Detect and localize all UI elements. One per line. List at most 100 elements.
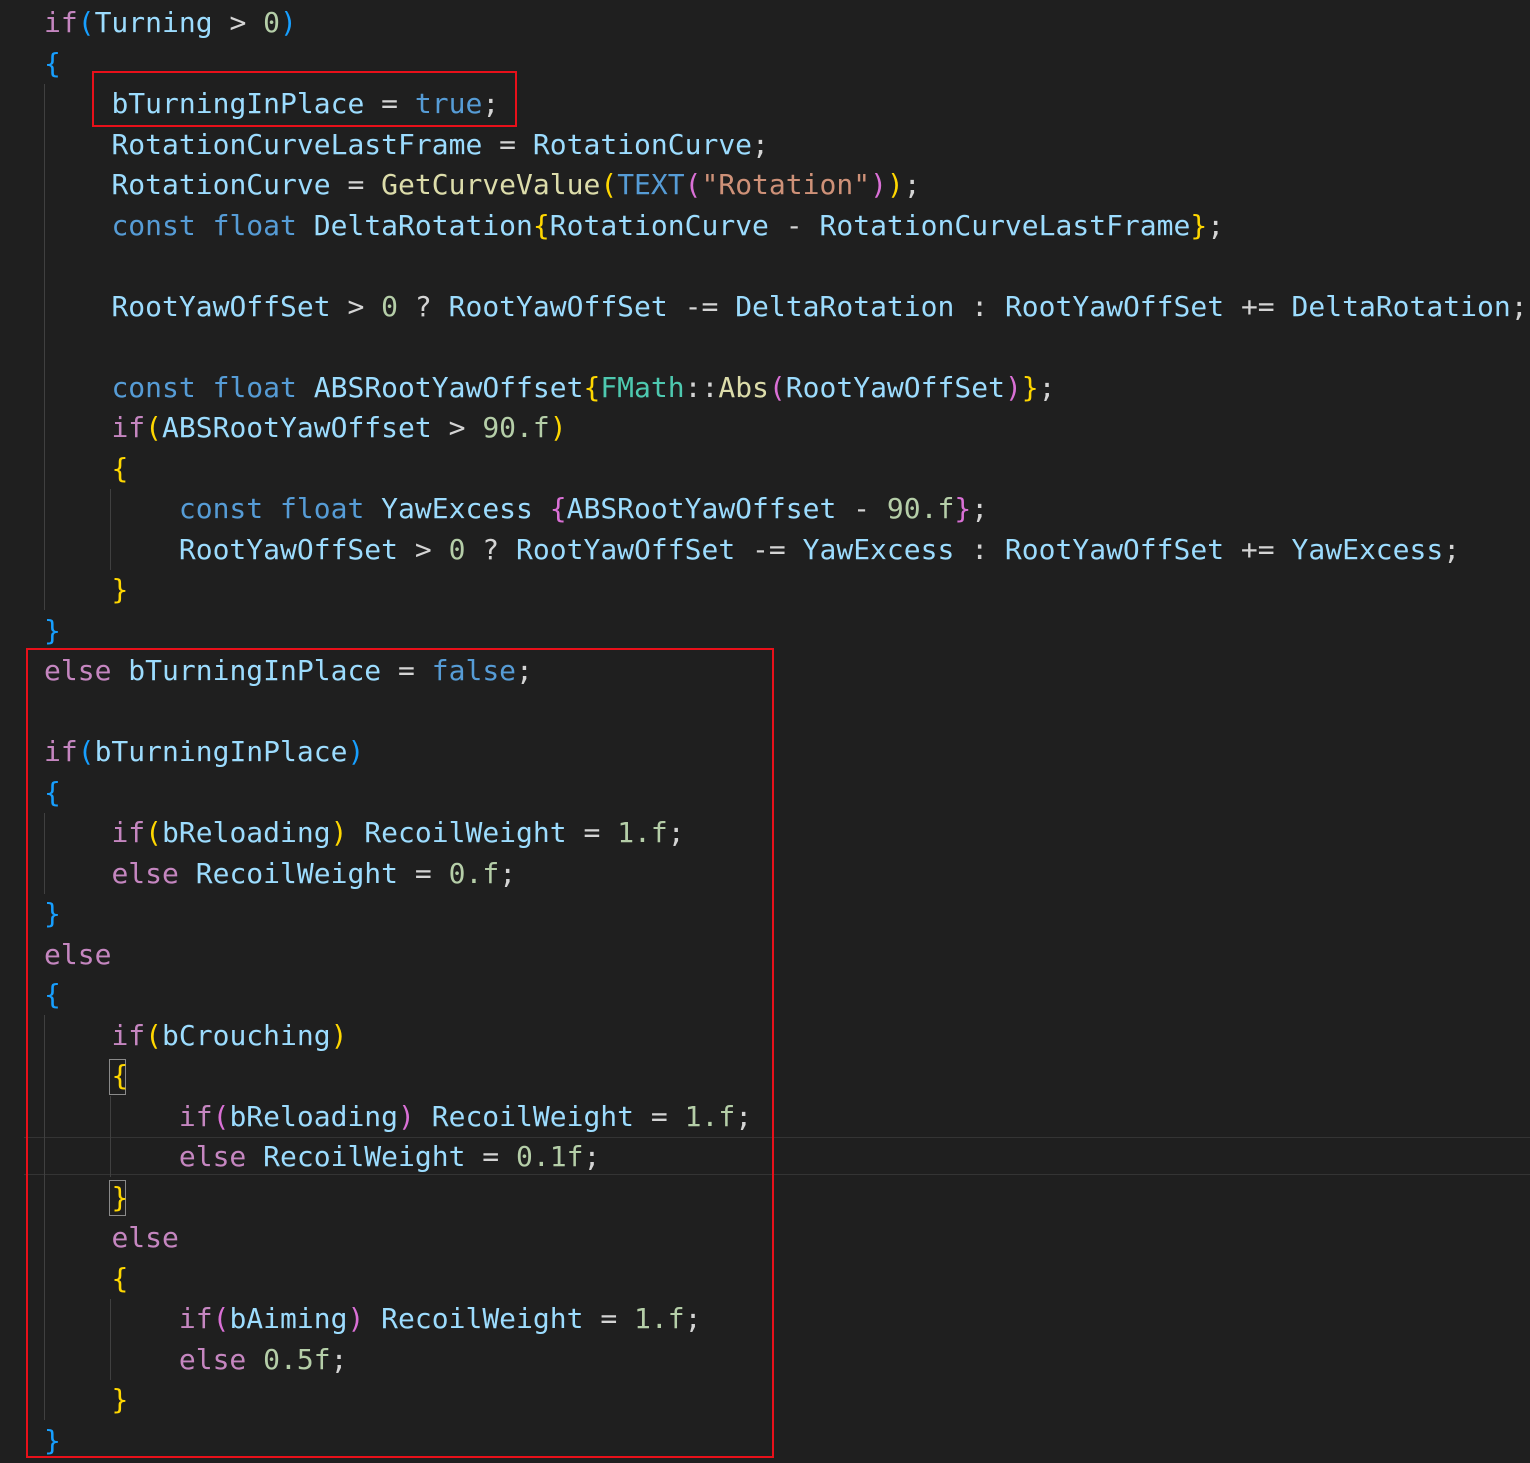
number-token: 1.f: [617, 816, 668, 849]
punctuation-token: [44, 209, 111, 242]
identifier-token: RootYawOffSet: [1004, 289, 1225, 323]
punctuation-token: +=: [1224, 532, 1292, 566]
code-editor[interactable]: if(Turning > 0){ bTurningInPlace = true;…: [0, 0, 1530, 1463]
punctuation-token: [297, 371, 314, 404]
identifier-token: Turning: [94, 6, 213, 39]
code-line: if(bTurningInPlace): [44, 732, 364, 772]
function-token: GetCurveValue: [381, 168, 601, 201]
code-line: {: [44, 1056, 128, 1096]
punctuation-token: [44, 1100, 179, 1133]
identifier-token: ABSRootYawOffset: [566, 492, 837, 525]
punctuation-token: ;: [735, 1099, 753, 1133]
punctuation-token: =: [381, 654, 432, 687]
identifier-token: RecoilWeight: [381, 1302, 584, 1335]
bracket-token: {: [44, 46, 61, 80]
keyword-token: if: [44, 735, 78, 768]
punctuation-token: ::: [684, 370, 719, 404]
punctuation-token: [44, 492, 179, 525]
punctuation-token: ;: [667, 816, 685, 849]
punctuation-token: [364, 492, 381, 525]
identifier-token: RotationCurve: [549, 208, 769, 242]
bracket-token: ): [330, 816, 348, 849]
code-line: if(bAiming) RecoilWeight = 1.f;: [44, 1299, 702, 1339]
punctuation-token: =: [566, 816, 618, 849]
code-line: if(ABSRootYawOffset > 90.f): [44, 408, 566, 448]
bracket-token: {: [549, 492, 567, 525]
code-line: const float DeltaRotation{RotationCurve …: [44, 206, 1224, 246]
punctuation-token: [246, 1343, 263, 1376]
code-line: }: [44, 570, 128, 610]
punctuation-token: [44, 857, 111, 890]
code-line: {: [44, 449, 128, 489]
punctuation-token: ;: [516, 654, 533, 687]
punctuation-token: ;: [1207, 208, 1225, 242]
punctuation-token: ;: [684, 1302, 702, 1335]
number-token: 0.5f: [263, 1342, 331, 1376]
bracket-token: {: [44, 775, 61, 809]
punctuation-token: ?: [465, 532, 517, 566]
code-line: else bTurningInPlace = false;: [44, 651, 533, 691]
bracket-token: {: [44, 978, 61, 1011]
bracket-token: {: [583, 370, 601, 404]
code-line: else RecoilWeight = 0.f;: [44, 854, 516, 894]
keyword-token: else: [44, 937, 112, 971]
type-keyword-token: const: [111, 208, 196, 242]
code-line: {: [44, 975, 61, 1015]
bracket-token: {: [111, 1059, 129, 1092]
keyword-token: if: [111, 1018, 146, 1052]
code-line: if(bReloading) RecoilWeight = 1.f;: [44, 1097, 752, 1137]
punctuation-token: [196, 209, 213, 242]
identifier-token: RootYawOffSet: [448, 289, 668, 323]
punctuation-token: [44, 573, 111, 606]
punctuation-token: [196, 371, 213, 404]
identifier-token: RotationCurveLastFrame: [819, 208, 1191, 242]
identifier-token: DeltaRotation: [735, 289, 955, 323]
keyword-token: if: [111, 816, 146, 849]
punctuation-token: ;: [903, 168, 921, 201]
number-token: 1.f: [634, 1302, 685, 1335]
identifier-token: RootYawOffSet: [785, 370, 1005, 404]
identifier-token: bAiming: [229, 1302, 348, 1335]
bracket-token: }: [44, 897, 61, 930]
code-line: if(Turning > 0): [44, 3, 297, 43]
number-token: 0.f: [448, 856, 500, 890]
punctuation-token: >: [212, 6, 264, 39]
punctuation-token: [179, 857, 196, 890]
identifier-token: RecoilWeight: [195, 856, 399, 890]
punctuation-token: [44, 290, 111, 323]
identifier-token: YawExcess: [1291, 532, 1444, 566]
bracket-token: ): [870, 168, 887, 201]
class-token: FMath: [600, 370, 685, 404]
code-line: RootYawOffSet > 0 ? RootYawOffSet -= Yaw…: [44, 530, 1460, 570]
code-line: RotationCurve = GetCurveValue(TEXT("Rota…: [44, 165, 921, 205]
bracket-token: }: [111, 573, 129, 606]
punctuation-token: [44, 168, 111, 201]
identifier-token: ABSRootYawOffset: [162, 411, 432, 444]
bracket-token: ): [398, 1099, 415, 1133]
punctuation-token: ;: [971, 492, 989, 525]
punctuation-token: [44, 452, 111, 485]
bracket-token: }: [1021, 370, 1039, 404]
code-line: bTurningInPlace = true;: [44, 84, 499, 124]
bracket-token: (: [77, 735, 95, 768]
number-token: 0: [448, 532, 466, 566]
bracket-token: }: [954, 492, 972, 525]
code-line: {: [44, 773, 61, 813]
keyword-token: if: [111, 411, 146, 444]
bracket-token: {: [532, 208, 550, 242]
punctuation-token: =: [330, 168, 382, 201]
punctuation-token: [44, 816, 111, 849]
bracket-token: (: [145, 816, 163, 849]
identifier-token: DeltaRotation: [313, 208, 533, 242]
identifier-token: ABSRootYawOffset: [313, 370, 584, 404]
identifier-token: RecoilWeight: [431, 1099, 635, 1133]
identifier-token: YawExcess: [802, 532, 955, 566]
bracket-token: (: [145, 1018, 163, 1052]
punctuation-token: >: [330, 289, 382, 323]
bracket-token: }: [111, 1383, 129, 1416]
number-token: 1.f: [684, 1099, 736, 1133]
punctuation-token: ;: [330, 1342, 348, 1376]
punctuation-token: [44, 128, 111, 161]
punctuation-token: [44, 371, 111, 404]
punctuation-token: [415, 1100, 432, 1133]
